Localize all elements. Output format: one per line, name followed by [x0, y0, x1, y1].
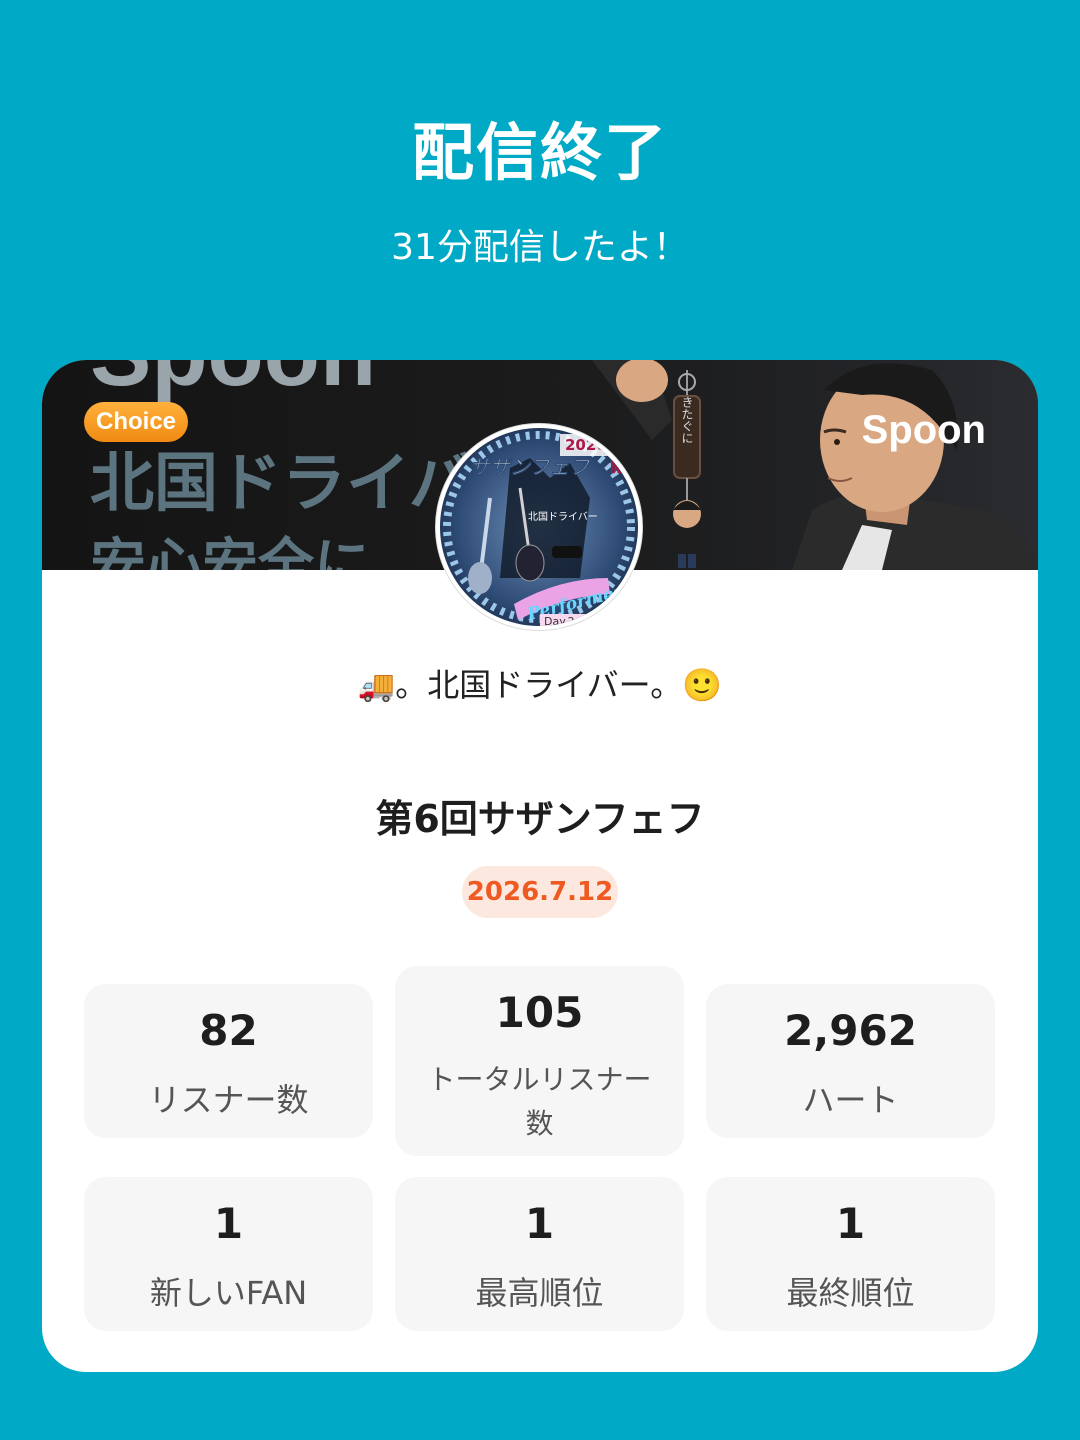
avatar-day-text: Day.2 [544, 615, 575, 626]
event-title: 第6回サザンフェフ [375, 797, 705, 841]
avatar-image: 2026 開 サザンフェフ 北国ドライバー Performer Day.2 [440, 428, 638, 626]
broadcast-duration-text: 31分配信したよ！ [391, 227, 689, 268]
stat-label: リスナー数 [148, 1081, 309, 1119]
banner-text-line2: 安心安全に [90, 532, 370, 570]
stat-hearts: 2,962 ハート [706, 984, 995, 1138]
stat-label: 新しいFAN [149, 1274, 308, 1312]
keychain-text: きたぐに [680, 396, 694, 444]
stat-final-rank: 1 最終順位 [706, 1177, 995, 1331]
stat-label: 最終順位 [786, 1274, 915, 1312]
stat-value: 1 [213, 1199, 244, 1248]
stat-value: 1 [524, 1199, 555, 1248]
user-nickname: 🚚。北国ドライバー。🙂 [42, 660, 1038, 706]
stat-value: 105 [495, 988, 584, 1037]
choice-badge: Choice [84, 402, 189, 442]
banner-text-line1: 北国ドライバ [90, 446, 473, 521]
stat-label: トータルリスナー数 [427, 1063, 652, 1140]
smiley-icon: 🙂 [682, 666, 723, 704]
stat-total-listeners: 105 トータルリスナー数 [395, 966, 684, 1156]
stat-highest-rank: 1 最高順位 [395, 1177, 684, 1331]
event-date-badge: 2026.7.12 [462, 866, 618, 918]
avatar[interactable]: 2026 開 サザンフェフ 北国ドライバー Performer Day.2 [436, 424, 642, 630]
stat-new-fans: 1 新しいFAN [84, 1177, 373, 1331]
user-nickname-text: 。北国ドライバー。 [395, 666, 683, 704]
banner-ghost-logo: Spoon [90, 360, 376, 407]
avatar-inner-text: 北国ドライバー [528, 511, 598, 523]
stat-value: 1 [835, 1199, 866, 1248]
spoon-logo: Spoon [861, 408, 986, 452]
stat-listeners: 82 リスナー数 [84, 984, 373, 1138]
stat-value: 82 [199, 1006, 258, 1055]
avatar-title-text: サザンフェフ [470, 455, 591, 479]
stat-value: 2,962 [784, 1006, 917, 1055]
page-title: 配信終了 [411, 116, 668, 189]
result-card: Spoon 北国ドライバ 安心安全に [42, 360, 1038, 1372]
truck-icon: 🚚 [357, 669, 396, 704]
stat-label: ハート [802, 1081, 899, 1119]
stat-label: 最高順位 [475, 1274, 604, 1312]
